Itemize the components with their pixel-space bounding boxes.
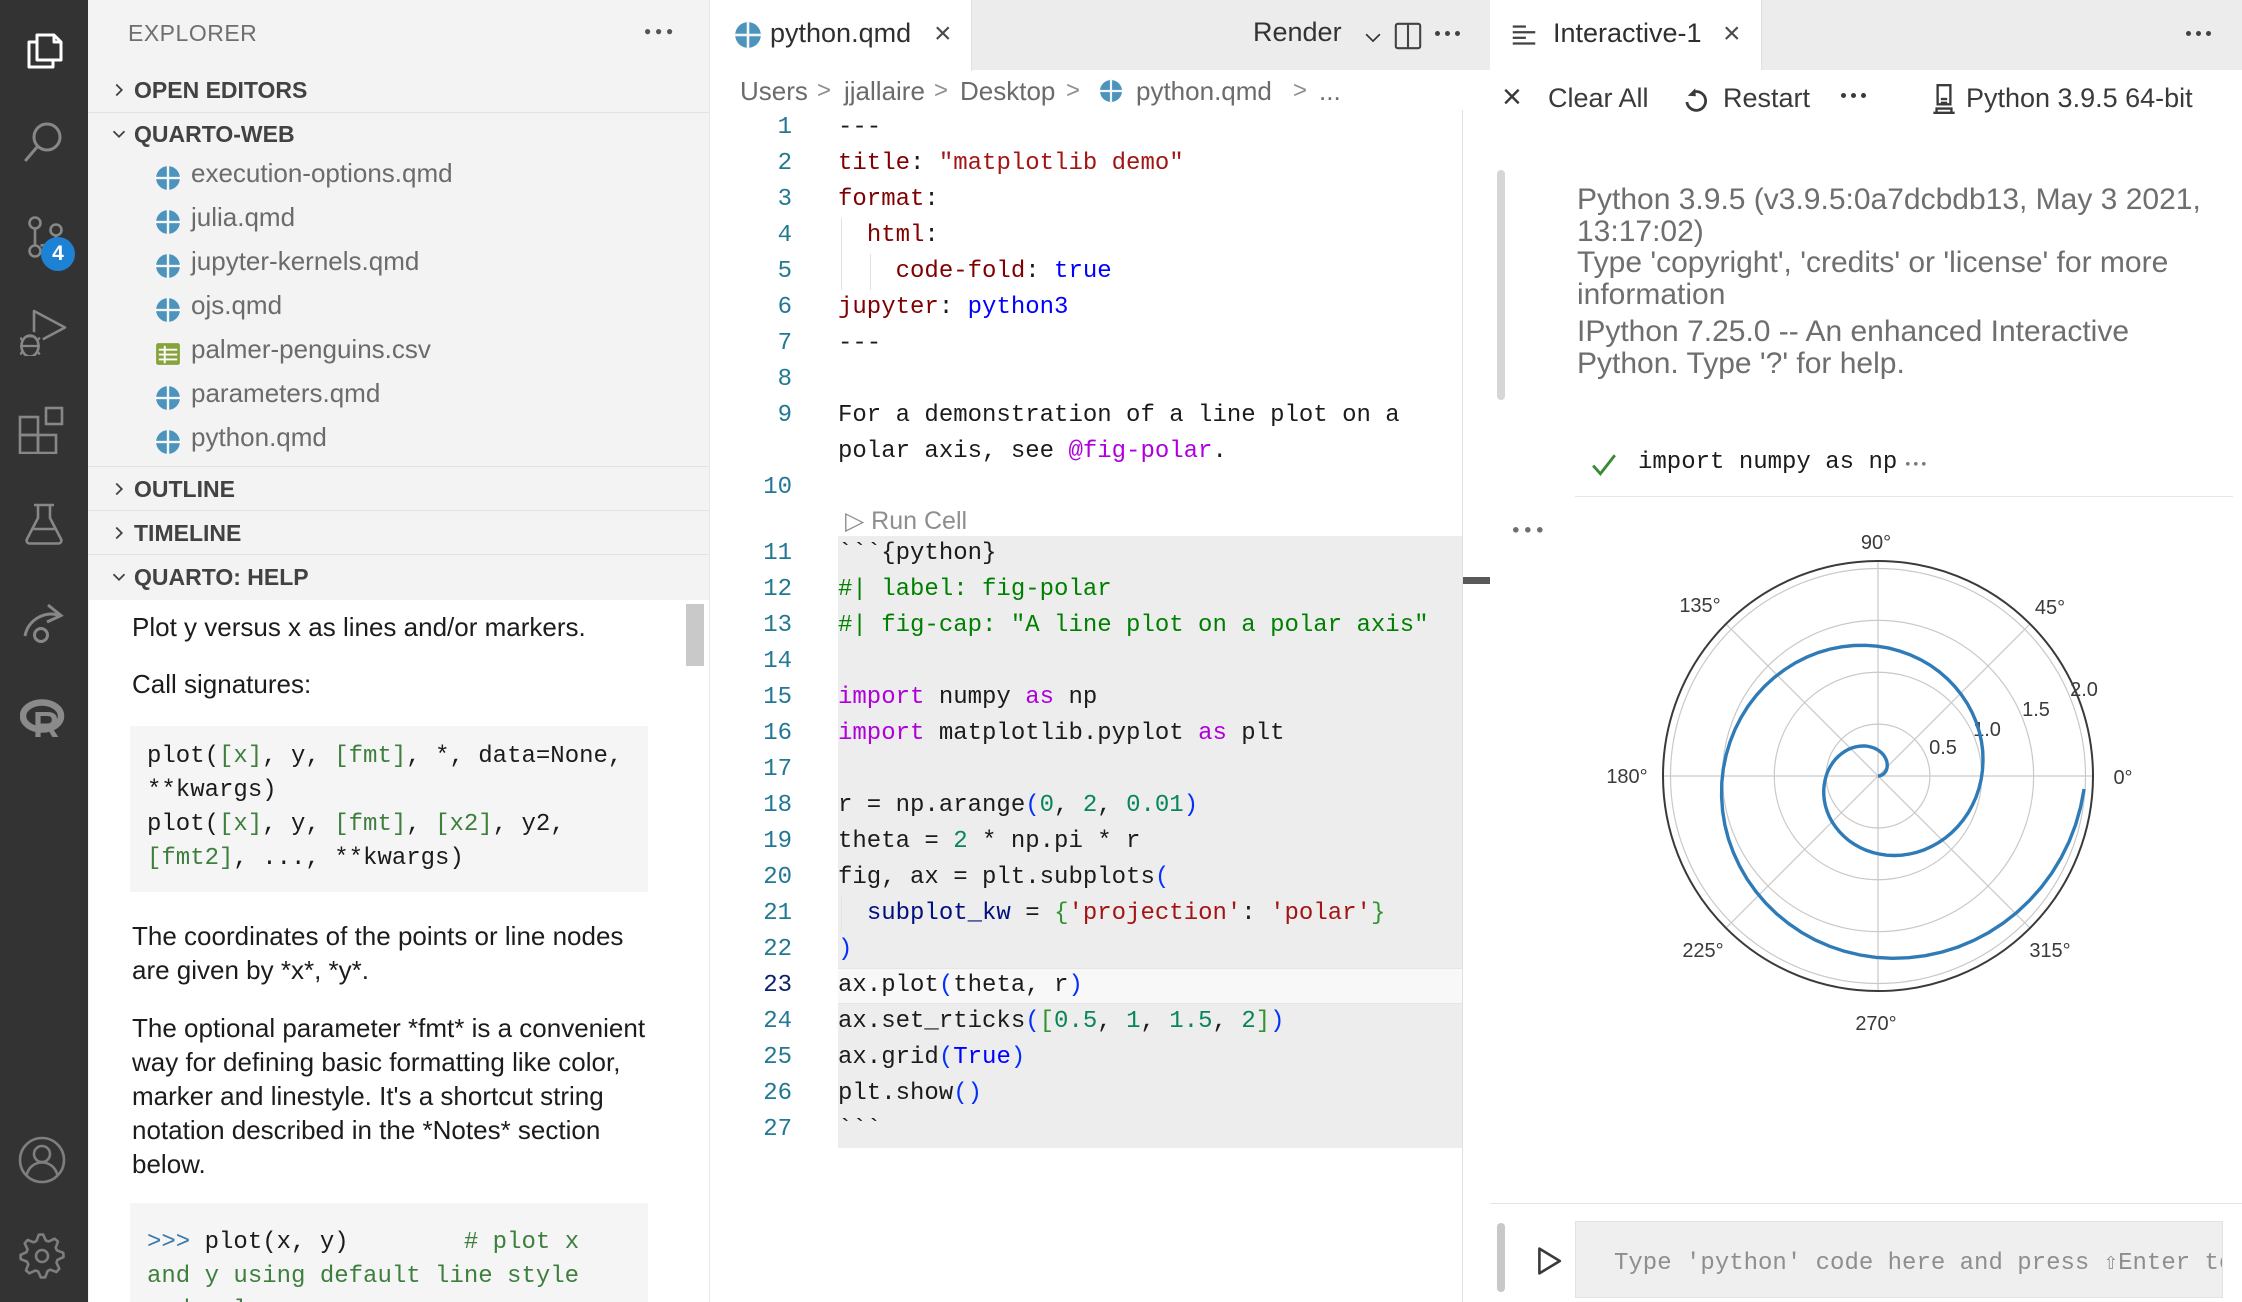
svg-text:0.5: 0.5: [1929, 737, 1957, 759]
svg-text:45°: 45°: [2035, 597, 2065, 619]
svg-text:90°: 90°: [1861, 532, 1891, 554]
svg-text:315°: 315°: [2029, 940, 2070, 962]
svg-text:225°: 225°: [1682, 940, 1723, 962]
svg-text:135°: 135°: [1679, 595, 1720, 617]
svg-text:R: R: [33, 704, 59, 743]
svg-text:270°: 270°: [1855, 1013, 1896, 1035]
svg-text:1.5: 1.5: [2022, 699, 2050, 721]
svg-text:180°: 180°: [1606, 766, 1647, 788]
svg-text:2.0: 2.0: [2070, 679, 2098, 701]
svg-text:0°: 0°: [2113, 767, 2132, 789]
